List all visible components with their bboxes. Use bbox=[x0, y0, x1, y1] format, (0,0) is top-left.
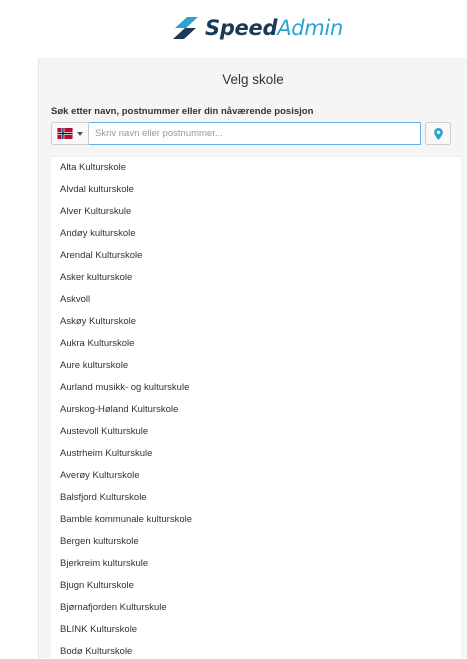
school-list-item[interactable]: Askøy Kulturskole bbox=[51, 311, 461, 333]
school-list-item[interactable]: Bergen kulturskole bbox=[51, 531, 461, 553]
school-list-item[interactable]: Aurland musikk- og kulturskule bbox=[51, 377, 461, 399]
school-list-item[interactable]: Bjørnafjorden Kulturskule bbox=[51, 597, 461, 619]
logo-text: SpeedAdmin bbox=[205, 16, 343, 40]
speedadmin-logo-icon bbox=[173, 17, 198, 39]
school-list-item[interactable]: Asker kulturskole bbox=[51, 267, 461, 289]
school-list-item[interactable]: Austevoll Kulturskule bbox=[51, 421, 461, 443]
speedadmin-logo: SpeedAdmin bbox=[171, 16, 343, 40]
logo-text-admin: Admin bbox=[277, 16, 343, 40]
search-row bbox=[51, 122, 451, 145]
chevron-down-icon bbox=[77, 131, 83, 136]
logo-text-speed: Speed bbox=[205, 16, 278, 40]
school-list-item[interactable]: Aure kulturskole bbox=[51, 355, 461, 377]
school-list-item[interactable]: Bodø Kulturskole bbox=[51, 641, 461, 659]
school-list-item[interactable]: Bjerkreim kulturskule bbox=[51, 553, 461, 575]
country-select-button[interactable] bbox=[51, 122, 89, 145]
use-location-button[interactable] bbox=[425, 122, 451, 145]
search-label: Søk etter navn, postnummer eller din nåv… bbox=[51, 106, 314, 117]
school-list: Alta Kulturskole Alvdal kulturskole Alver … bbox=[51, 156, 461, 659]
school-list-item[interactable]: Averøy Kulturskole bbox=[51, 465, 461, 487]
panel-title: Velg skole bbox=[222, 72, 284, 87]
school-list-item[interactable]: Austrheim Kulturskule bbox=[51, 443, 461, 465]
school-search-input[interactable] bbox=[89, 122, 421, 145]
school-list-item[interactable]: Askvoll bbox=[51, 289, 461, 311]
school-list-item[interactable]: Andøy kulturskole bbox=[51, 223, 461, 245]
norway-flag-icon bbox=[57, 128, 73, 139]
school-list-item[interactable]: Alver Kulturskule bbox=[51, 201, 461, 223]
school-list-item[interactable]: Aurskog-Høland Kulturskole bbox=[51, 399, 461, 421]
school-list-item[interactable]: Balsfjord Kulturskole bbox=[51, 487, 461, 509]
school-list-item[interactable]: BLINK Kulturskole bbox=[51, 619, 461, 641]
school-list-item[interactable]: Aukra Kulturskole bbox=[51, 333, 461, 355]
school-list-item[interactable]: Alta Kulturskole bbox=[51, 157, 461, 179]
school-list-item[interactable]: Bamble kommunale kulturskole bbox=[51, 509, 461, 531]
school-list-item[interactable]: Alvdal kulturskole bbox=[51, 179, 461, 201]
school-list-item[interactable]: Bjugn Kulturskole bbox=[51, 575, 461, 597]
map-marker-icon bbox=[433, 127, 443, 140]
school-list-item[interactable]: Arendal Kulturskole bbox=[51, 245, 461, 267]
header: SpeedAdmin bbox=[0, 0, 467, 58]
school-selector-panel: Velg skole Søk etter navn, postnummer el… bbox=[38, 58, 467, 659]
